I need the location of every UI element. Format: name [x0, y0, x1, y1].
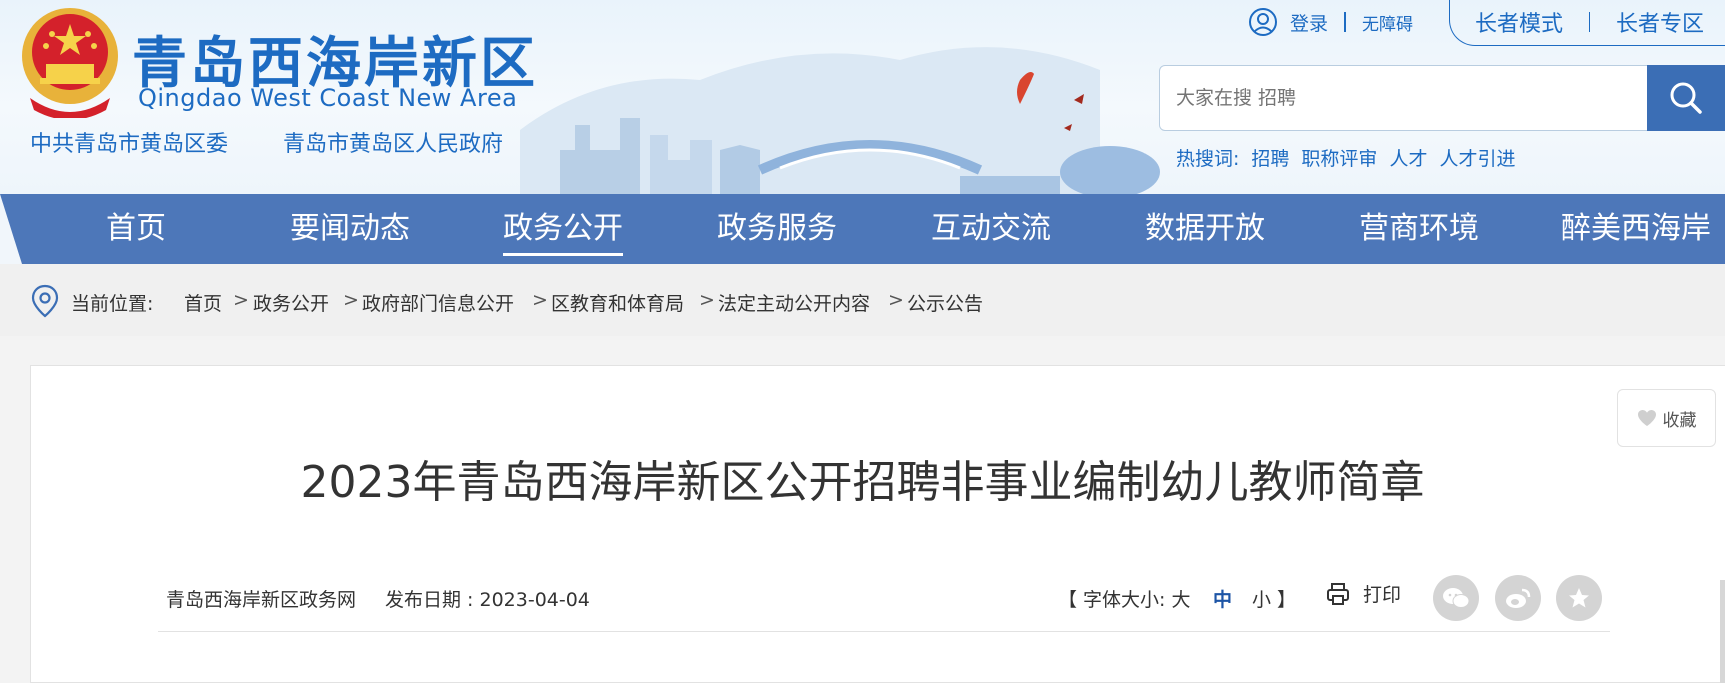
wechat-icon [1443, 588, 1470, 608]
breadcrumb-separator: > [532, 289, 548, 311]
star-icon [1569, 588, 1589, 608]
print-button[interactable]: 打印 [1325, 580, 1401, 607]
nav-item-services[interactable]: 政务服务 [717, 194, 837, 264]
location-pin-icon [31, 284, 59, 318]
article-card [30, 365, 1725, 683]
scrollbar[interactable] [1720, 580, 1725, 683]
print-label: 打印 [1363, 584, 1402, 606]
article-date: 发布日期 : 2023-04-04 [385, 589, 590, 611]
breadcrumb-separator: > [699, 289, 715, 311]
breadcrumb-item[interactable]: 区教育和体育局 [551, 289, 684, 316]
national-emblem-icon [22, 8, 118, 118]
top-links: 登录 无障碍 [1248, 4, 1413, 40]
nav-item-interaction[interactable]: 互动交流 [931, 194, 1051, 264]
breadcrumb-separator: > [233, 289, 249, 311]
divider [158, 631, 1610, 632]
weibo-icon [1506, 588, 1531, 608]
breadcrumb-label: 当前位置: [71, 293, 154, 315]
nav-edge [0, 194, 22, 264]
breadcrumb-item-current[interactable]: 公示公告 [907, 289, 983, 316]
hot-word-link[interactable]: 人才引进 [1439, 144, 1515, 171]
login-link[interactable]: 登录 [1290, 9, 1328, 36]
hot-search-label: 热搜词: [1176, 148, 1240, 170]
hot-word-link[interactable]: 职称评审 [1301, 144, 1377, 171]
print-icon [1327, 582, 1349, 605]
font-size-medium-button[interactable]: 中 [1213, 585, 1232, 612]
article-source: 青岛西海岸新区政务网 [166, 589, 357, 611]
breadcrumb-item[interactable]: 首页 [184, 289, 222, 316]
font-size-small-button[interactable]: 小 】 [1252, 585, 1296, 612]
hot-search: 热搜词: 招聘 职称评审 人才 人才引进 [1176, 144, 1515, 171]
elder-zone-link[interactable]: 长者专区 [1616, 6, 1704, 38]
nav-item-government-affairs[interactable]: 政务公开 [503, 194, 623, 264]
nav-item-scenery[interactable]: 醉美西海岸 [1561, 194, 1711, 264]
share-wechat-button[interactable] [1433, 575, 1479, 621]
share-weibo-button[interactable] [1495, 575, 1541, 621]
breadcrumb-item[interactable]: 法定主动公开内容 [718, 289, 870, 316]
favorite-label: 收藏 [1662, 410, 1697, 431]
breadcrumb-item[interactable]: 政府部门信息公开 [362, 289, 514, 316]
org-government: 青岛市黄岛区人民政府 [283, 132, 504, 157]
breadcrumb-separator: > [888, 289, 904, 311]
article-title: 2023年青岛西海岸新区公开招聘非事业编制幼儿教师简章 [300, 457, 1425, 508]
hot-word-link[interactable]: 人才 [1389, 144, 1427, 171]
hot-word-link[interactable]: 招聘 [1251, 144, 1289, 171]
share-favorite-button[interactable] [1556, 575, 1602, 621]
divider [1344, 12, 1347, 32]
elder-links: 长者模式 长者专区 [1449, 0, 1725, 46]
nav-item-news[interactable]: 要闻动态 [290, 194, 410, 264]
search-box [1159, 65, 1649, 131]
nav-item-home[interactable]: 首页 [86, 194, 186, 264]
nav-item-open-data[interactable]: 数据开放 [1145, 194, 1265, 264]
heart-icon [1637, 410, 1656, 426]
favorite-button[interactable]: 收藏 [1617, 389, 1716, 447]
divider [1589, 11, 1591, 32]
nav-item-business[interactable]: 营商环境 [1359, 194, 1479, 264]
search-button[interactable] [1647, 65, 1725, 131]
breadcrumb-separator: > [343, 289, 359, 311]
org-party-committee: 中共青岛市黄岛区委 [30, 132, 229, 157]
search-input[interactable] [1160, 66, 1628, 130]
search-icon [1670, 82, 1702, 114]
breadcrumb-item[interactable]: 政务公开 [253, 289, 329, 316]
site-header: 青岛西海岸新区 Qingdao West Coast New Area 中共青岛… [0, 0, 1725, 194]
font-size-large-button[interactable]: 【 字体大小: 大 [1058, 585, 1190, 612]
user-icon[interactable] [1248, 7, 1278, 37]
elder-mode-link[interactable]: 长者模式 [1475, 6, 1563, 38]
accessibility-link[interactable]: 无障碍 [1362, 10, 1413, 35]
site-subtitle: Qingdao West Coast New Area [138, 84, 518, 112]
